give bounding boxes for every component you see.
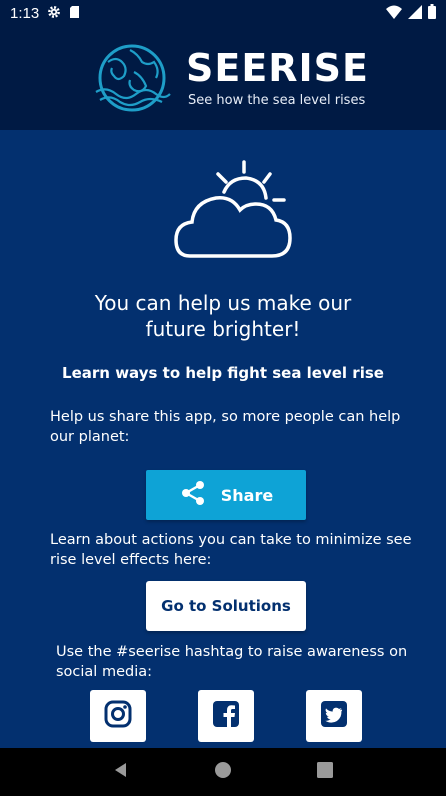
share-icon — [179, 479, 207, 511]
share-button[interactable]: Share — [146, 470, 306, 520]
share-description: Help us share this app, so more people c… — [50, 409, 401, 445]
recents-icon[interactable] — [316, 761, 334, 783]
app-title: SEERISE — [186, 46, 370, 90]
status-time: 1:13 — [10, 4, 40, 22]
globe-icon — [95, 44, 171, 112]
navigation-bar — [0, 748, 446, 796]
solutions-description: Learn about actions you can take to mini… — [50, 532, 412, 568]
share-button-label: Share — [220, 485, 274, 505]
app-tagline: See how the sea level rises — [188, 93, 366, 108]
gear-icon — [47, 4, 61, 23]
app-header: SEERISE See how the sea level rises — [0, 26, 446, 130]
cloud-sun-icon — [174, 160, 292, 258]
instagram-icon — [104, 700, 132, 732]
hashtag-description: Use the #seerise hashtag to raise awaren… — [56, 644, 408, 680]
home-icon[interactable] — [214, 761, 232, 783]
go-to-solutions-button[interactable]: Go to Solutions — [146, 581, 306, 631]
facebook-button[interactable] — [198, 690, 254, 742]
battery-icon — [428, 3, 436, 23]
status-bar: 1:13 — [0, 0, 446, 26]
headline: You can help us make our future brighter… — [94, 291, 352, 341]
wifi-icon — [386, 4, 402, 23]
subheading: Learn ways to help fight sea level rise — [62, 364, 384, 382]
main-content: You can help us make our future brighter… — [0, 130, 446, 748]
twitter-icon — [320, 700, 348, 732]
twitter-button[interactable] — [306, 690, 362, 742]
sd-card-icon — [69, 4, 80, 23]
back-icon[interactable] — [112, 761, 130, 783]
instagram-button[interactable] — [90, 690, 146, 742]
facebook-icon — [212, 700, 240, 732]
signal-icon — [408, 4, 422, 23]
